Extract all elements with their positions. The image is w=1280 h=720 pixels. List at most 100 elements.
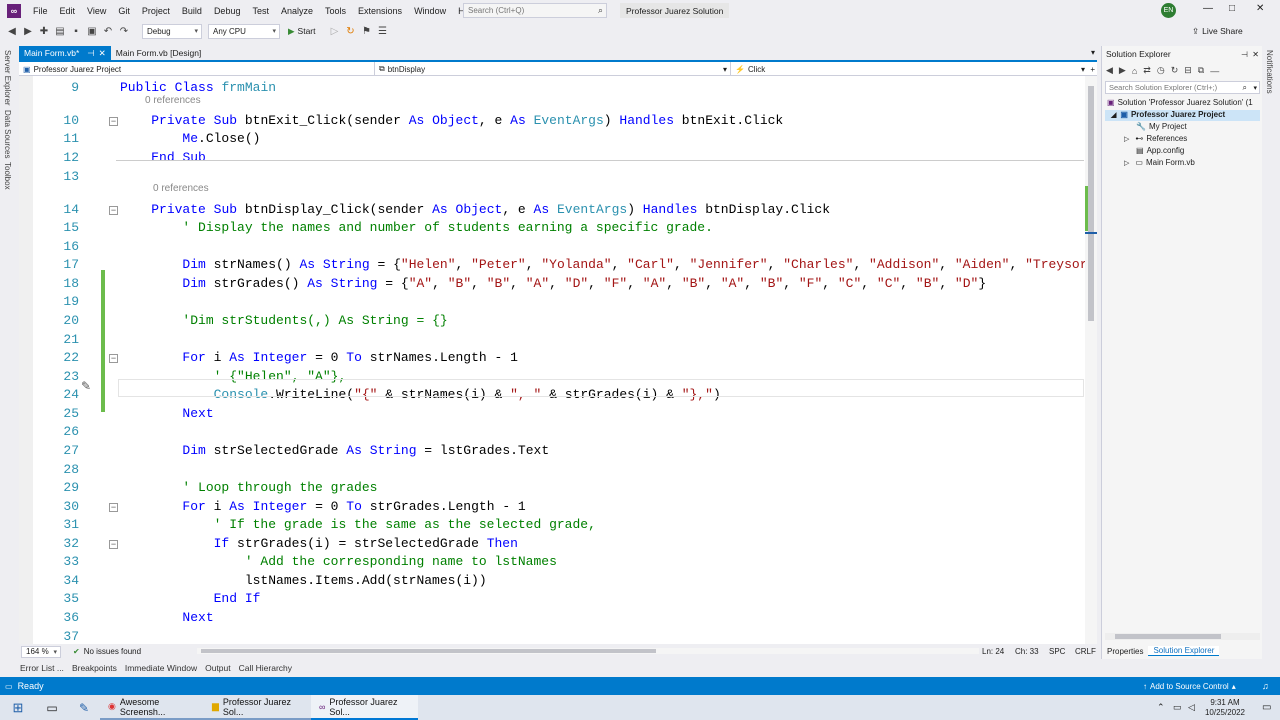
hot-reload-icon[interactable]: ↻ [344,24,358,38]
chevron-down-icon[interactable]: ▾ [1091,48,1095,57]
network-icon[interactable]: ▭ [1173,702,1182,713]
menu-window[interactable]: Window [408,6,452,16]
tab-properties[interactable]: Properties [1102,647,1148,656]
back-icon[interactable]: ◀ [1106,65,1113,76]
open-icon[interactable]: ▤ [53,24,67,38]
zoom-dropdown[interactable]: 164 % ▾ [21,645,61,658]
save-icon[interactable]: ▪ [69,24,83,38]
tab-solution-explorer[interactable]: Solution Explorer [1148,646,1220,656]
menu-analyze[interactable]: Analyze [275,6,319,16]
copy-icon[interactable]: ⧉ [1198,65,1204,76]
tree-main-form[interactable]: ▷ ▭ Main Form.vb [1124,158,1195,167]
code-line[interactable]: Public Class frmMain [120,80,276,95]
code-line[interactable]: lstNames.Items.Add(strNames(i)) [120,573,487,588]
search-box[interactable]: Search (Ctrl+Q) ⌕ [463,3,607,18]
save-all-icon[interactable]: ▣ [85,24,99,38]
notification-bell-icon[interactable]: ♫ [1262,681,1269,691]
quick-actions-icon[interactable]: ✎ [81,379,91,393]
switch-views-icon[interactable]: ⇄ [1143,65,1151,76]
bookmark-icon[interactable]: ⚑ [360,24,374,38]
menu-git[interactable]: Git [112,6,136,16]
windows-start-icon[interactable]: ⊞ [0,700,36,716]
forward-icon[interactable]: ▶ [21,24,35,38]
pin-icon[interactable]: ⊣ [87,48,94,59]
line-ending-indicator[interactable]: CRLF [1075,647,1096,656]
code-line[interactable]: Private Sub btnExit_Click(sender As Obje… [120,113,783,128]
column-indicator[interactable]: Ch: 33 [1015,647,1039,656]
notifications-tab[interactable]: Notifications [1265,50,1274,94]
undo-icon[interactable]: ↶ [101,24,115,38]
step-icon[interactable]: ▷ [328,24,342,38]
tab-immediate-window[interactable]: Immediate Window [121,663,201,673]
line-indicator[interactable]: Ln: 24 [982,647,1004,656]
collapse-region-icon[interactable]: − [109,503,118,512]
menu-project[interactable]: Project [136,6,176,16]
code-editor[interactable]: 9 Public Class frmMain 10 Private Sub btnE… [19,76,1097,644]
menu-edit[interactable]: Edit [54,6,82,16]
code-line[interactable]: Private Sub btnDisplay_Click(sender As O… [120,202,830,217]
menu-build[interactable]: Build [176,6,208,16]
se-hscroll-thumb[interactable] [1115,634,1221,639]
tree-solution[interactable]: ▣ Solution 'Professor Juarez Solution' (1 [1107,98,1253,107]
tree-references[interactable]: ▷ ⊷ References [1124,134,1187,143]
menu-tools[interactable]: Tools [319,6,352,16]
se-hscroll[interactable] [1105,633,1260,640]
code-line[interactable]: Next [120,406,213,421]
close-icon[interactable]: ✕ [99,48,106,59]
code-line[interactable]: For i As Integer = 0 To strGrades.Length… [120,499,525,514]
source-control-button[interactable]: ↑ Add to Source Control ▴ [1143,682,1236,691]
horizontal-scrollbar[interactable] [197,648,979,654]
toolbox-tab[interactable]: Toolbox [3,162,12,190]
collapse-region-icon[interactable]: − [109,540,118,549]
clock[interactable]: 9:31 AM 10/25/2022 [1200,698,1250,718]
home-icon[interactable]: ⌂ [1132,66,1137,76]
sync-icon[interactable]: ↻ [1171,65,1179,76]
tab-main-form-code[interactable]: Main Form.vb* ⊣ ✕ [19,46,111,60]
scrollbar-thumb[interactable] [1088,86,1094,321]
config-dropdown[interactable]: Debug ▾ [142,23,202,39]
code-line[interactable]: ' Add the corresponding name to lstNames [120,554,557,569]
horizontal-scroll-thumb[interactable] [201,649,656,653]
back-icon[interactable]: ◀ [5,24,19,38]
redo-icon[interactable]: ↷ [117,24,131,38]
tree-my-project[interactable]: 🔧 My Project [1136,122,1187,131]
new-project-icon[interactable]: ✚ [37,24,51,38]
spacing-indicator[interactable]: SPC [1049,647,1065,656]
collapse-region-icon[interactable]: − [109,117,118,126]
code-line[interactable]: End Sub [120,150,206,165]
code-line[interactable]: For i As Integer = 0 To strNames.Length … [120,350,518,365]
taskbar-app-visual-studio[interactable]: ∞ Professor Juarez Sol... [311,695,418,720]
editor-scrollbar[interactable] [1085,76,1097,644]
tab-main-form-design[interactable]: Main Form.vb [Design] [111,46,207,60]
tab-error-list[interactable]: Error List ... [16,663,68,673]
taskbar-app-chrome[interactable]: ◉ Awesome Screensh... [100,695,204,720]
code-line[interactable]: Dim strNames() As String = {"Helen", "Pe… [120,257,1087,272]
code-line[interactable]: Dim strGrades() As String = {"A", "B", "… [120,276,986,291]
code-line[interactable]: Next [120,610,213,625]
code-line[interactable]: 'Dim strStudents(,) As String = {} [120,313,447,328]
issues-label[interactable]: No issues found [84,647,141,656]
add-icon[interactable]: + [1090,65,1095,74]
history-icon[interactable]: ◷ [1157,65,1165,76]
code-line[interactable]: Me.Close() [120,131,260,146]
data-sources-tab[interactable]: Data Sources [3,110,12,158]
code-line[interactable]: Dim strSelectedGrade As String = lstGrad… [120,443,549,458]
menu-debug[interactable]: Debug [208,6,247,16]
collapse-icon[interactable]: ⊟ [1184,65,1192,76]
minimize-icon[interactable]: — [1203,3,1213,14]
object-dropdown[interactable]: ⧉ btnDisplay ▾ [375,62,731,76]
menu-file[interactable]: File [27,6,54,16]
pin-icon[interactable]: ⊣ [1241,50,1248,59]
close-icon[interactable]: ✕ [1252,50,1259,59]
close-icon[interactable]: ✕ [1256,3,1264,14]
platform-dropdown[interactable]: Any CPU ▾ [208,23,280,39]
references-codelens[interactable]: 0 references [145,95,201,106]
live-share-button[interactable]: ⇪ Live Share [1192,26,1243,37]
tab-output[interactable]: Output [201,663,235,673]
tab-breakpoints[interactable]: Breakpoints [68,663,121,673]
event-dropdown[interactable]: ⚡ Click ▾ + [731,62,1097,76]
code-line[interactable]: ' If the grade is the same as the select… [120,517,596,532]
maximize-icon[interactable]: □ [1229,3,1235,14]
volume-icon[interactable]: ◁ [1188,702,1195,713]
code-line[interactable]: If strGrades(i) = strSelectedGrade Then [120,536,518,551]
